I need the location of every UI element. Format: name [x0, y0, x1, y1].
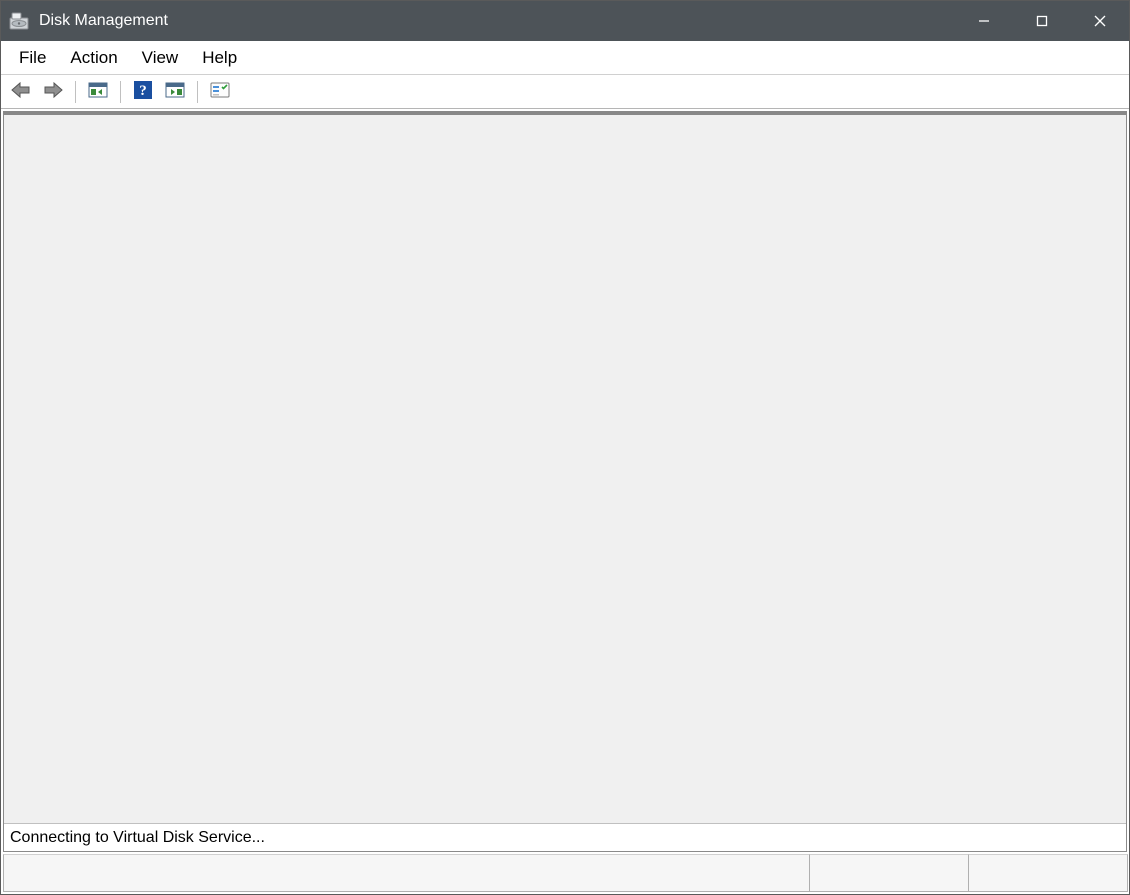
- app-window: Disk Management File Action View Help: [0, 0, 1130, 895]
- properties-button[interactable]: [206, 79, 234, 105]
- properties-icon: [210, 82, 230, 102]
- minimize-button[interactable]: [955, 1, 1013, 41]
- menu-bar: File Action View Help: [1, 41, 1129, 75]
- menu-action[interactable]: Action: [58, 44, 129, 72]
- svg-text:?: ?: [139, 83, 147, 99]
- toolbar-separator: [120, 81, 121, 103]
- back-button[interactable]: [7, 79, 35, 105]
- show-hide-tree-button[interactable]: [84, 79, 112, 105]
- volume-list-pane: Connecting to Virtual Disk Service...: [3, 111, 1127, 852]
- menu-view[interactable]: View: [130, 44, 191, 72]
- details-view-icon: [165, 81, 185, 103]
- toolbar-separator: [197, 81, 198, 103]
- forward-button[interactable]: [39, 79, 67, 105]
- app-icon: [9, 12, 29, 30]
- console-tree-icon: [88, 81, 108, 103]
- status-bar: Connecting to Virtual Disk Service...: [4, 823, 1126, 851]
- back-arrow-icon: [11, 81, 31, 103]
- title-bar: Disk Management: [1, 1, 1129, 41]
- graphical-view-pane: [3, 854, 1127, 892]
- status-message: Connecting to Virtual Disk Service...: [10, 829, 265, 847]
- close-button[interactable]: [1071, 1, 1129, 41]
- toolbar: ?: [1, 75, 1129, 109]
- toolbar-separator: [75, 81, 76, 103]
- maximize-button[interactable]: [1013, 1, 1071, 41]
- window-title: Disk Management: [39, 12, 168, 30]
- help-button[interactable]: ?: [129, 79, 157, 105]
- menu-help[interactable]: Help: [190, 44, 249, 72]
- content-area: Connecting to Virtual Disk Service...: [1, 109, 1129, 894]
- menu-file[interactable]: File: [7, 44, 58, 72]
- forward-arrow-icon: [43, 81, 63, 103]
- legend-cell-other: [968, 854, 1128, 892]
- legend-cell-primary: [809, 854, 969, 892]
- help-icon: ?: [133, 80, 153, 104]
- volume-list-body: [4, 115, 1126, 823]
- details-view-button[interactable]: [161, 79, 189, 105]
- legend-cell-unallocated: [3, 854, 810, 892]
- window-controls: [955, 1, 1129, 41]
